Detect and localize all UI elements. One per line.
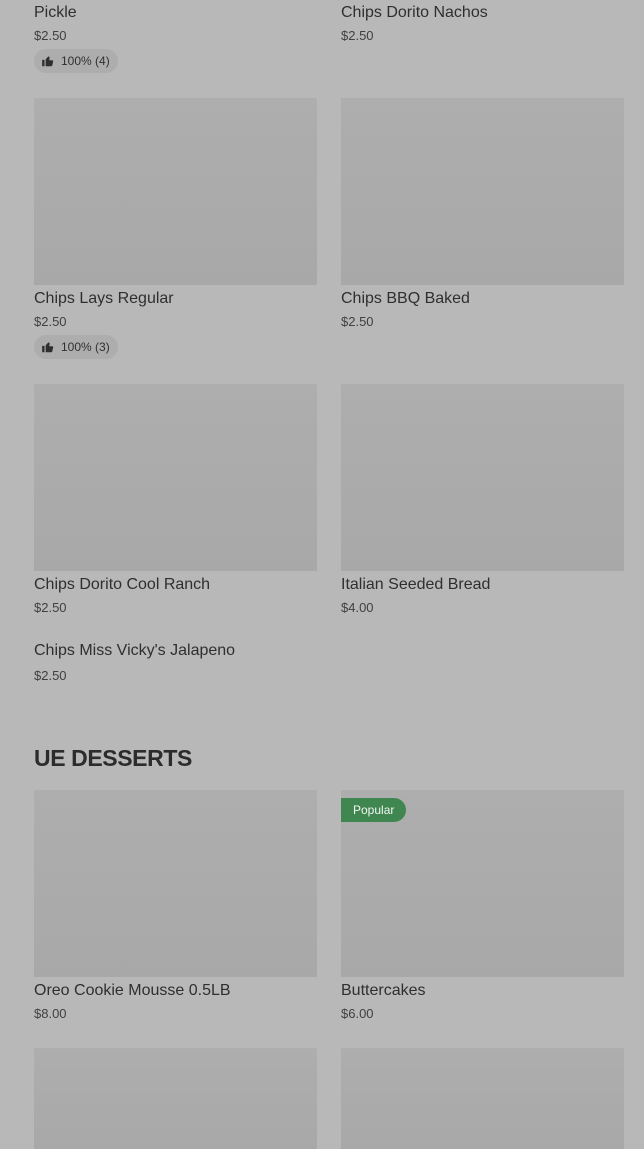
rating-text: 100% (4): [61, 54, 110, 68]
menu-item-chips-lays-regular[interactable]: Chips Lays Regular $2.50 100% (3): [34, 98, 317, 359]
item-image-placeholder: [341, 98, 624, 285]
menu-item-buttercakes[interactable]: Popular Buttercakes $6.00: [341, 790, 624, 1021]
item-price: $2.50: [34, 314, 67, 329]
section-title-ue-desserts: UE DESSERTS: [34, 745, 192, 771]
item-price: $2.50: [341, 28, 374, 43]
menu-item-oreo-cookie-mousse[interactable]: Oreo Cookie Mousse 0.5LB $8.00: [34, 790, 317, 1021]
item-name: Chips Dorito Nachos: [341, 4, 488, 21]
item-image-placeholder: Popular: [341, 790, 624, 977]
item-price: $4.00: [341, 600, 374, 615]
item-image-placeholder: [34, 384, 317, 571]
item-name: Pickle: [34, 4, 77, 21]
menu-item-chips-dorito-cool-ranch[interactable]: Chips Dorito Cool Ranch $2.50: [34, 384, 317, 615]
item-price: $6.00: [341, 1006, 374, 1021]
menu-item-chips-miss-vickys-jalapeno[interactable]: Chips Miss Vicky's Jalapeno $2.50: [34, 640, 317, 690]
item-price: $2.50: [341, 314, 374, 329]
item-price: $8.00: [34, 1006, 67, 1021]
item-image-placeholder: [34, 790, 317, 977]
menu-page: Pickle $2.50 100% (4) Chips Dorito Nacho…: [0, 0, 644, 1149]
item-image-placeholder: [341, 384, 624, 571]
item-name: Chips Miss Vicky's Jalapeno: [34, 642, 236, 659]
rating-pill: 100% (3): [34, 335, 118, 359]
thumbs-up-icon: [41, 54, 55, 68]
menu-item-partial-right[interactable]: [341, 1048, 624, 1149]
item-name: Italian Seeded Bread: [341, 576, 491, 593]
item-price: $2.50: [34, 600, 67, 615]
item-name: Buttercakes: [341, 982, 426, 999]
item-price: $2.50: [34, 28, 67, 43]
thumbs-up-icon: [41, 340, 55, 354]
item-image-placeholder: [34, 98, 317, 285]
rating-text: 100% (3): [61, 340, 110, 354]
menu-item-italian-seeded-bread[interactable]: Italian Seeded Bread $4.00: [341, 384, 624, 615]
item-image-placeholder: [34, 1048, 317, 1149]
item-name: Chips BBQ Baked: [341, 290, 470, 307]
item-name: Chips Dorito Cool Ranch: [34, 576, 211, 593]
item-name: Oreo Cookie Mousse 0.5LB: [34, 982, 231, 999]
item-name: Chips Lays Regular: [34, 290, 174, 307]
popular-badge: Popular: [341, 798, 407, 822]
menu-item-partial-left[interactable]: [34, 1048, 317, 1149]
item-price: $2.50: [34, 668, 67, 683]
menu-item-chips-bbq-baked[interactable]: Chips BBQ Baked $2.50: [341, 98, 624, 329]
rating-pill: 100% (4): [34, 49, 118, 73]
item-image-placeholder: [341, 1048, 624, 1149]
